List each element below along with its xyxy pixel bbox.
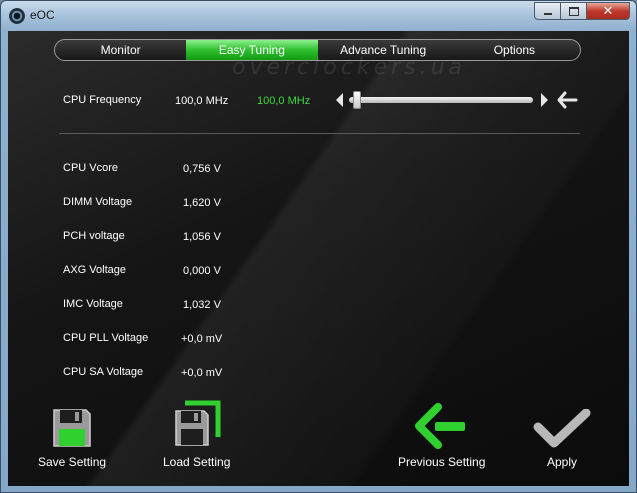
window-title: eOC — [30, 8, 55, 22]
main-panel: Monitor Easy Tuning Advance Tuning Optio… — [8, 31, 629, 486]
voltage-value: +0,0 mV — [181, 367, 223, 379]
slider-thumb[interactable] — [353, 91, 361, 109]
load-setting-label: Load Setting — [163, 455, 231, 469]
voltage-value: 1,032 V — [183, 299, 221, 311]
app-window: eOC ✕ Monitor Easy Tuning Advance Tuning… — [0, 0, 637, 493]
voltage-value: 1,056 V — [183, 231, 221, 243]
cpu-frequency-slider[interactable] — [349, 97, 533, 103]
cpu-frequency-current: 100,0 MHz — [175, 95, 229, 107]
back-arrow-icon — [414, 403, 465, 449]
close-icon: ✕ — [602, 3, 614, 19]
previous-setting-button[interactable]: Previous Setting — [398, 403, 485, 469]
maximize-icon — [568, 6, 579, 16]
load-setting-button[interactable]: Load Setting — [163, 399, 230, 469]
apply-label: Apply — [546, 455, 578, 469]
divider — [59, 133, 580, 134]
minimize-icon — [543, 13, 552, 15]
slider-decrease-arrow[interactable] — [336, 93, 343, 107]
voltage-value: 0,756 V — [183, 163, 221, 175]
floppy-disk-icon — [53, 409, 91, 447]
voltage-value: 1,620 V — [183, 197, 221, 209]
voltage-label: DIMM Voltage — [63, 196, 133, 208]
voltage-label: CPU PLL Voltage — [63, 332, 149, 344]
close-button[interactable]: ✕ — [586, 2, 630, 20]
previous-setting-label: Previous Setting — [398, 455, 486, 469]
tab-options[interactable]: Options — [449, 40, 580, 60]
apply-button[interactable]: Apply — [532, 409, 592, 469]
voltage-label: IMC Voltage — [63, 298, 123, 310]
cpu-frequency-label: CPU Frequency — [63, 94, 142, 106]
watermark: overclockers.ua — [232, 55, 467, 80]
app-icon — [9, 8, 25, 24]
slider-increase-arrow[interactable] — [541, 93, 548, 107]
title-bar[interactable]: eOC ✕ — [1, 1, 636, 31]
checkmark-icon — [533, 409, 591, 448]
save-setting-label: Save Setting — [38, 455, 107, 469]
maximize-button[interactable] — [560, 2, 586, 20]
voltage-label: AXG Voltage — [63, 264, 126, 276]
save-setting-button[interactable]: Save Setting — [38, 407, 106, 469]
tab-monitor[interactable]: Monitor — [55, 40, 186, 60]
voltage-value: +0,0 mV — [181, 333, 223, 345]
floppy-load-icon — [174, 400, 221, 446]
minimize-button[interactable] — [534, 2, 560, 20]
voltage-label: CPU SA Voltage — [63, 366, 144, 378]
reset-arrow-icon[interactable] — [556, 89, 578, 111]
cpu-frequency-target: 100,0 MHz — [257, 95, 311, 107]
voltage-label: PCH voltage — [63, 230, 125, 242]
voltage-label: CPU Vcore — [63, 162, 119, 174]
voltage-value: 0,000 V — [183, 265, 221, 277]
